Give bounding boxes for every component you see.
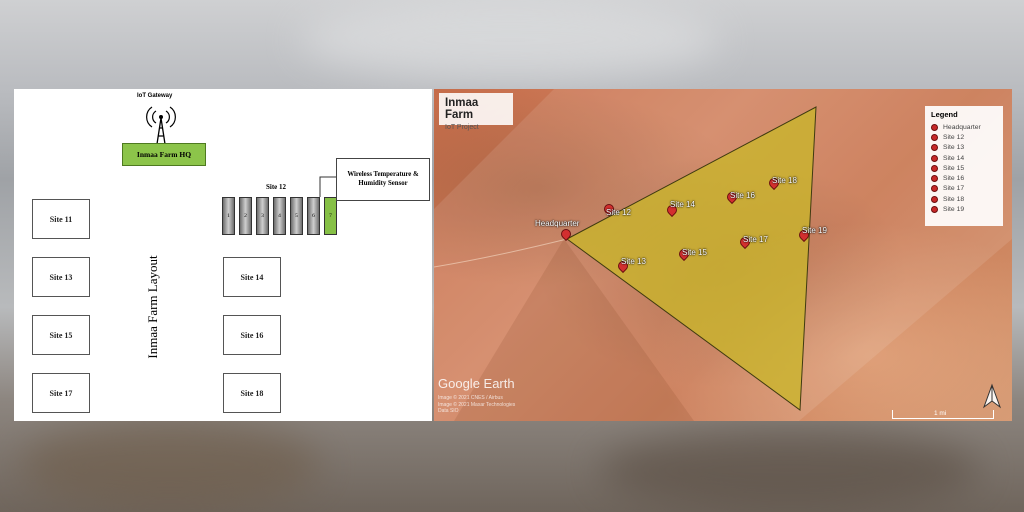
- site12-title: Site 12: [266, 183, 287, 191]
- legend-item: Site 18: [931, 194, 997, 204]
- scale-text: 1 mi: [934, 410, 947, 417]
- site-box: Site 14: [223, 257, 281, 297]
- pin-icon: [931, 195, 938, 203]
- pin-icon: [931, 123, 938, 131]
- pin-icon: [931, 164, 938, 172]
- legend-item: Headquarter: [931, 122, 997, 132]
- farm-layout-diagram: IoT Gateway Inmaa Farm HQ Site 11 Site 1…: [14, 89, 432, 421]
- sensor-strip: 1 2 3 4 5 6 7: [222, 197, 337, 237]
- legend-title: Legend: [931, 110, 958, 119]
- callout-line: [319, 176, 336, 197]
- sensor-cell: 5: [290, 197, 303, 235]
- legend-item: Site 19: [931, 204, 997, 214]
- pin-icon: [931, 154, 938, 162]
- legend-item: Site 13: [931, 143, 997, 153]
- site-box: Site 11: [32, 199, 90, 239]
- sensor-cell: 1: [222, 197, 235, 235]
- legend-item: Site 15: [931, 163, 997, 173]
- sensor-callout: Wireless Temperature & Humidity Sensor: [336, 158, 430, 201]
- pin-icon: [931, 144, 938, 152]
- pin-label: Site 14: [670, 200, 695, 209]
- pin-icon: [931, 175, 938, 183]
- sensor-cell: 4: [273, 197, 286, 235]
- background-blur: [600, 430, 980, 510]
- gateway-label: IoT Gateway: [137, 93, 173, 99]
- pin-label: Site 17: [743, 235, 768, 244]
- legend: Legend Headquarter Site 12 Site 13 Site …: [925, 106, 1003, 226]
- background-blur: [300, 0, 720, 80]
- site-box: Site 18: [223, 373, 281, 413]
- map-title: Inmaa Farm: [445, 97, 479, 121]
- credit-line: Data SIO: [438, 408, 459, 414]
- pin-icon: [931, 185, 938, 193]
- sensor-cell: 2: [239, 197, 252, 235]
- layout-vertical-title: Inmaa Farm Layout: [145, 255, 160, 359]
- site-box: Site 17: [32, 373, 90, 413]
- legend-item: Site 14: [931, 153, 997, 163]
- legend-item: Site 17: [931, 184, 997, 194]
- map-subtitle: IoT Project: [445, 124, 479, 131]
- site-box: Site 16: [223, 315, 281, 355]
- pin-icon: [931, 133, 938, 141]
- pin-label: Site 19: [802, 226, 827, 235]
- map-view[interactable]: Inmaa Farm IoT Project Headquarter Site …: [434, 89, 1012, 421]
- legend-item: Site 12: [931, 132, 997, 142]
- pin-label: Site 12: [606, 208, 631, 217]
- antenna-icon: [146, 106, 176, 145]
- pin-label: Site 18: [772, 176, 797, 185]
- google-earth-watermark: Google Earth: [438, 376, 515, 391]
- sensor-cell: 6: [307, 197, 320, 235]
- pin-label: Headquarter: [535, 219, 580, 228]
- pin-label: Site 15: [682, 248, 707, 257]
- background-blur: [20, 420, 320, 510]
- imagery-credits: Image © 2021 CNES / Airbus Image © 2021 …: [438, 395, 515, 415]
- sensor-cell: 3: [256, 197, 269, 235]
- pin-icon: [931, 206, 938, 214]
- map-title-card: Inmaa Farm IoT Project: [439, 93, 513, 131]
- site-box: Site 15: [32, 315, 90, 355]
- hq-box: Inmaa Farm HQ: [122, 143, 206, 166]
- pin-label: Site 13: [621, 257, 646, 266]
- legend-item: Site 16: [931, 173, 997, 183]
- site-box: Site 13: [32, 257, 90, 297]
- pin-label: Site 16: [730, 191, 755, 200]
- compass-icon[interactable]: [981, 383, 1003, 409]
- sensor-cell-active: 7: [324, 197, 337, 235]
